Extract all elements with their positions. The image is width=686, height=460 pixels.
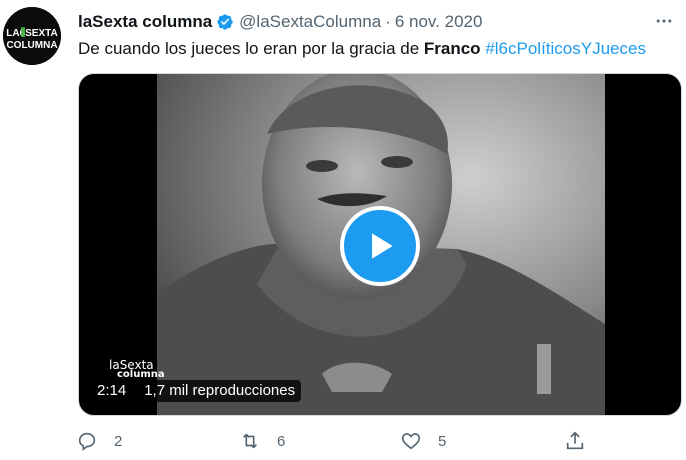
video-player[interactable]: laSexta columna 2:14 1,7 mil reproduccio… <box>78 73 682 416</box>
video-badges: 2:14 1,7 mil reproducciones <box>91 380 302 402</box>
retweet-button[interactable]: 6 <box>239 430 285 452</box>
watermark-line2: columna <box>117 369 165 380</box>
like-button[interactable]: 5 <box>400 430 446 452</box>
play-icon <box>372 233 393 259</box>
more-options-icon[interactable] <box>652 9 676 33</box>
like-count: 5 <box>438 432 447 450</box>
tweet-text-bold: Franco <box>423 39 481 58</box>
tweet-text: De cuando los jueces lo eran por la grac… <box>78 38 678 60</box>
play-button[interactable] <box>340 206 420 286</box>
reply-icon <box>78 432 96 451</box>
lasexta-columna-logo: LA6SEXTA COLUMNA <box>3 7 61 65</box>
verified-badge-icon <box>216 13 234 31</box>
svg-text:LA6SEXTA: LA6SEXTA <box>6 28 58 39</box>
heart-icon <box>401 433 421 450</box>
share-button[interactable] <box>564 430 586 452</box>
video-views: 1,7 mil reproducciones <box>138 380 302 402</box>
avatar[interactable]: LA6SEXTA COLUMNA <box>3 7 61 65</box>
tweet-header: laSexta columna @laSextaColumna · 6 nov.… <box>78 9 638 35</box>
share-icon <box>566 431 584 450</box>
video-duration: 2:14 <box>91 380 133 402</box>
video-watermark: laSexta columna <box>109 359 165 380</box>
author-handle[interactable]: @laSextaColumna <box>239 12 381 32</box>
tweet-actions: 2 6 5 <box>76 430 588 456</box>
svg-text:COLUMNA: COLUMNA <box>6 40 57 51</box>
author-name[interactable]: laSexta columna <box>78 12 212 32</box>
hashtag-link[interactable]: #l6cPolíticosYJueces <box>485 39 646 58</box>
reply-count: 2 <box>114 432 123 450</box>
reply-button[interactable]: 2 <box>76 430 122 452</box>
tweet-date[interactable]: 6 nov. 2020 <box>395 12 483 32</box>
retweet-count: 6 <box>277 432 286 450</box>
retweet-icon <box>242 433 258 449</box>
separator-dot: · <box>385 12 391 31</box>
tweet-text-plain: De cuando los jueces lo eran por la grac… <box>78 39 424 58</box>
